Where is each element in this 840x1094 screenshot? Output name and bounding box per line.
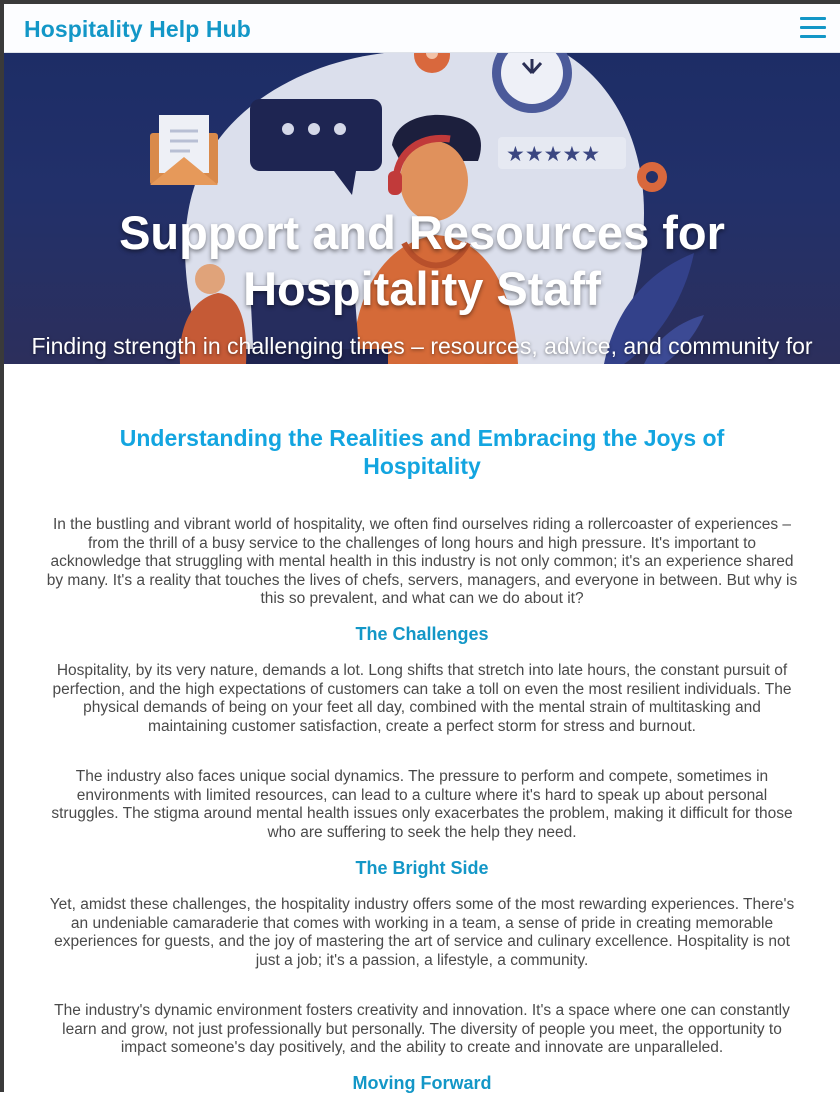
bright-side-heading: The Bright Side — [355, 858, 489, 878]
moving-forward-heading: Moving Forward — [352, 1073, 492, 1093]
window-frame-left — [0, 0, 4, 1092]
brand-logo-text[interactable]: Hospitality Help Hub — [24, 16, 251, 43]
section-heading: Understanding the Realities and Embracin… — [119, 425, 725, 479]
envelope-icon — [150, 115, 218, 185]
gear-icon — [637, 162, 667, 192]
svg-text:★★★★★: ★★★★★ — [506, 142, 600, 166]
hero-subtitle: Finding strength in challenging times – … — [31, 333, 813, 364]
hamburger-menu-icon[interactable] — [800, 17, 826, 39]
hero-banner: ★★★★★ Support and Resources for Hospital… — [4, 53, 840, 364]
window-frame-top — [0, 0, 840, 4]
bright-side-paragraph-1: Yet, amidst these challenges, the hospit… — [49, 896, 795, 969]
challenges-paragraph-1: Hospitality, by its very nature, demands… — [52, 662, 792, 735]
bright-side-paragraph-2: The industry's dynamic environment foste… — [54, 1002, 790, 1057]
navbar: Hospitality Help Hub — [4, 4, 840, 53]
hero-title: Support and Resources for Hospitality St… — [119, 206, 725, 316]
challenges-paragraph-2: The industry also faces unique social dy… — [51, 768, 793, 841]
challenges-heading: The Challenges — [355, 624, 489, 644]
intro-paragraph: In the bustling and vibrant world of hos… — [46, 516, 798, 608]
star-rating-icon: ★★★★★ — [498, 137, 626, 169]
